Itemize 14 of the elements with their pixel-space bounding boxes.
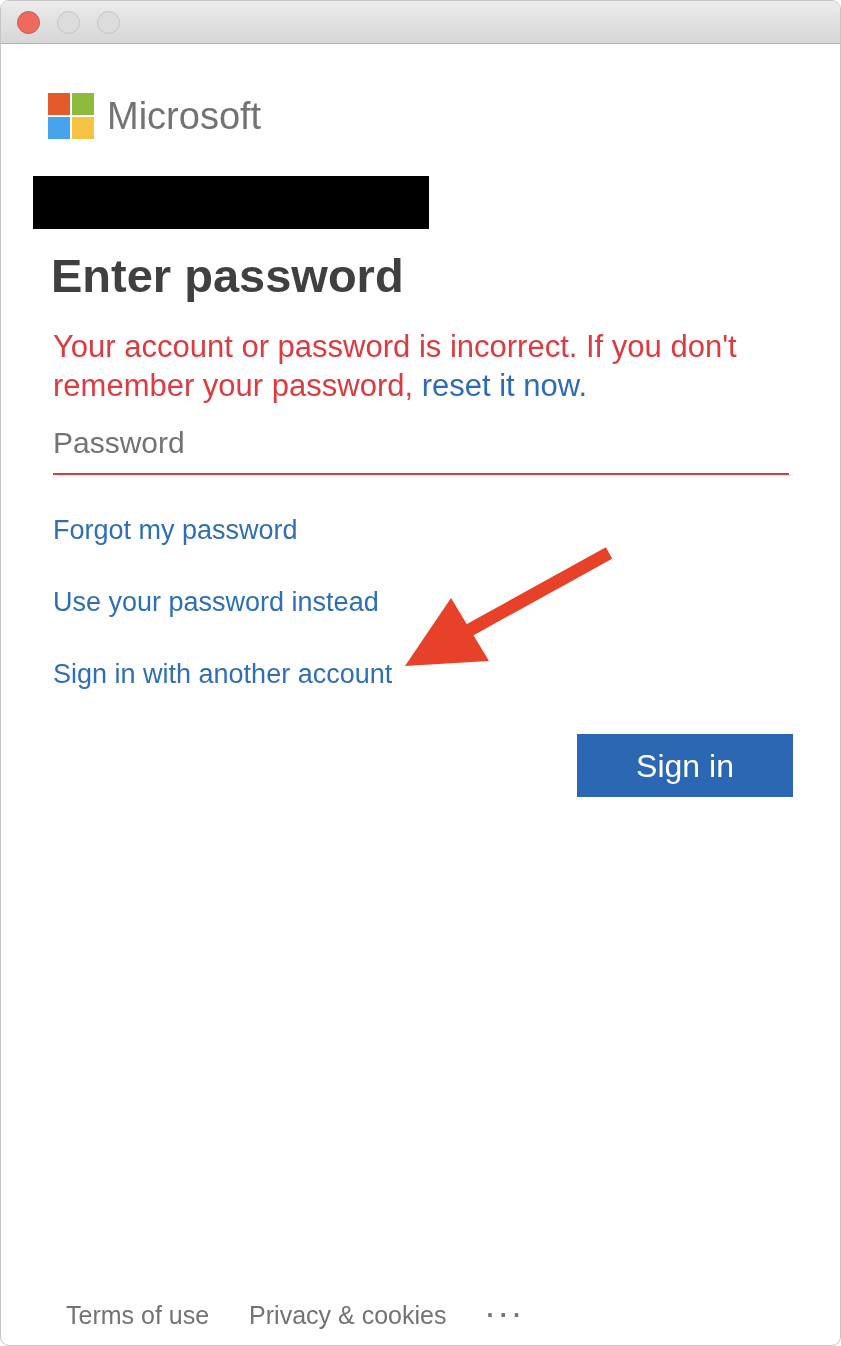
more-options-button[interactable]: ··· bbox=[486, 1300, 527, 1330]
other-account-link[interactable]: Sign in with another account bbox=[53, 656, 393, 692]
forgot-password-link[interactable]: Forgot my password bbox=[53, 512, 298, 548]
password-field[interactable]: Password bbox=[53, 413, 789, 475]
terms-link[interactable]: Terms of use bbox=[66, 1300, 210, 1330]
error-message: Your account or password is incorrect. If you don't remember your password, reset it now. bbox=[53, 328, 738, 405]
sign-in-button[interactable]: Sign in bbox=[577, 734, 793, 797]
logo-icon bbox=[48, 93, 94, 139]
page-heading: Enter password bbox=[51, 248, 405, 304]
use-password-link[interactable]: Use your password instead bbox=[53, 584, 379, 620]
brand-name: Microsoft bbox=[107, 97, 262, 135]
privacy-link[interactable]: Privacy & cookies bbox=[249, 1300, 447, 1330]
reset-link[interactable]: reset it now. bbox=[421, 368, 588, 403]
close-button[interactable] bbox=[17, 10, 40, 34]
